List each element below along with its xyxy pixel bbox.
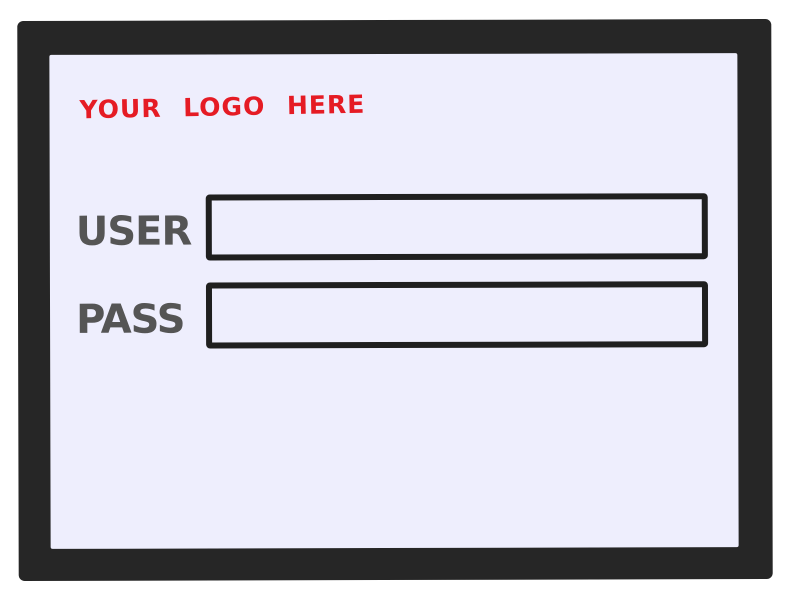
- pass-label: PASS: [75, 296, 185, 343]
- login-screen: YOUR LOGO HERE USER PASS: [49, 53, 739, 549]
- user-label: USER: [75, 208, 192, 255]
- password-input[interactable]: [205, 281, 709, 349]
- username-input[interactable]: [205, 193, 708, 261]
- logo-placeholder: YOUR LOGO HERE: [79, 89, 366, 125]
- device-frame: YOUR LOGO HERE USER PASS: [17, 19, 773, 581]
